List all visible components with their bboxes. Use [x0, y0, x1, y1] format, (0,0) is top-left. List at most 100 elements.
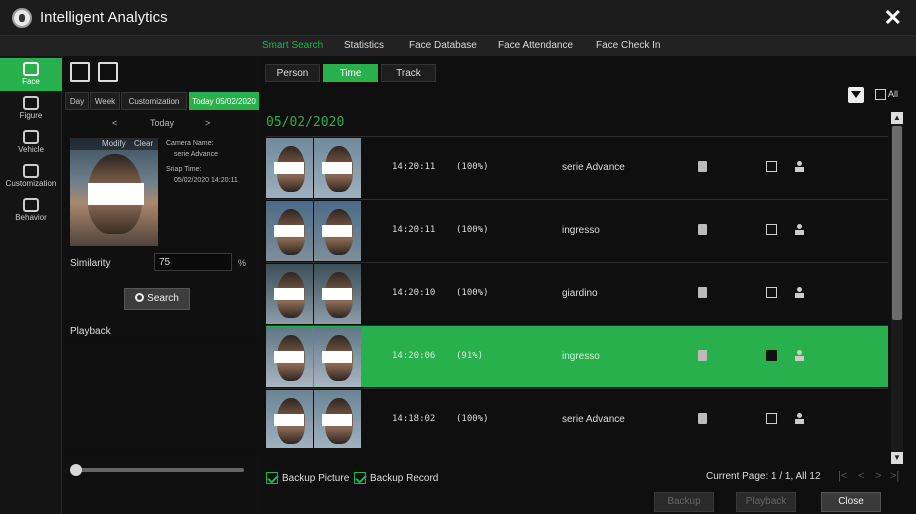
result-time: 14:20:11 [392, 225, 436, 235]
category-behavior[interactable]: Behavior [0, 198, 62, 222]
result-time: 14:20:10 [392, 288, 436, 298]
category-sidebar: Face Figure Vehicle Customization Behavi… [0, 56, 62, 514]
next-page-button[interactable]: > [875, 470, 881, 482]
tab-week[interactable]: Week [90, 92, 120, 110]
result-checkbox[interactable] [766, 413, 777, 424]
result-face-thumbnail[interactable] [314, 390, 361, 448]
result-row[interactable]: 14:18:02 (100%) serie Advance [266, 388, 888, 448]
backup-record-label: Backup Record [370, 473, 439, 484]
tab-face-check-in[interactable]: Face Check In [596, 40, 660, 51]
result-row[interactable]: 14:20:11 (100%) serie Advance [266, 136, 888, 198]
category-figure[interactable]: Figure [0, 96, 62, 120]
customization-icon [23, 164, 39, 178]
result-score: (100%) [456, 162, 489, 172]
similarity-unit: % [238, 258, 247, 268]
snapshot-thumbnail[interactable]: Modify Clear [70, 138, 158, 246]
tab-day[interactable]: Day [65, 92, 89, 110]
add-person-icon[interactable] [794, 224, 805, 235]
select-all-checkbox[interactable] [875, 89, 886, 100]
category-customization-label: Customization [5, 179, 57, 188]
result-time: 14:18:02 [392, 414, 436, 424]
result-face-thumbnail[interactable] [266, 264, 313, 324]
vehicle-icon [23, 130, 39, 144]
details-icon[interactable] [698, 350, 707, 361]
result-score: (100%) [456, 288, 489, 298]
search-button-label: Search [147, 293, 179, 304]
add-person-icon[interactable] [794, 413, 805, 424]
scroll-up-icon[interactable]: ▲ [891, 112, 903, 124]
tab-today[interactable]: Today 05/02/2020 [189, 92, 259, 110]
backup-picture-label: Backup Picture [282, 473, 350, 484]
result-row[interactable]: 14:20:11 (100%) ingresso [266, 199, 888, 261]
tab-time[interactable]: Time [323, 64, 378, 82]
list-mode-icon[interactable] [70, 62, 90, 82]
category-customization[interactable]: Customization [0, 164, 62, 188]
result-camera: ingresso [562, 225, 600, 236]
tab-customization[interactable]: Customization [121, 92, 187, 110]
backup-button[interactable]: Backup [654, 492, 714, 512]
details-icon[interactable] [698, 224, 707, 235]
last-page-button[interactable]: >| [890, 470, 899, 482]
playback-slider-track[interactable] [76, 468, 244, 472]
redaction-bar [274, 288, 304, 300]
top-nav: Smart Search Statistics Face Database Fa… [0, 36, 916, 56]
prev-page-button[interactable]: < [858, 470, 864, 482]
playback-slider-handle[interactable] [70, 464, 82, 476]
scroll-down-icon[interactable]: ▼ [891, 452, 903, 464]
details-icon[interactable] [698, 413, 707, 424]
result-face-thumbnail[interactable] [266, 201, 313, 261]
result-face-thumbnail[interactable] [266, 327, 313, 387]
details-icon[interactable] [698, 161, 707, 172]
close-button[interactable]: Close [821, 492, 881, 512]
result-checkbox[interactable] [766, 287, 777, 298]
details-icon[interactable] [698, 287, 707, 298]
add-person-icon[interactable] [794, 161, 805, 172]
tab-track[interactable]: Track [381, 64, 436, 82]
add-person-icon[interactable] [794, 287, 805, 298]
date-range-tabs: Day Week Customization Today 05/02/2020 [62, 92, 261, 110]
backup-picture-checkbox[interactable] [266, 472, 278, 484]
camera-name-value: serie Advance [174, 151, 218, 158]
scrollbar-thumb[interactable] [892, 126, 902, 320]
close-window-icon[interactable]: ✕ [884, 5, 902, 31]
redaction-bar [274, 351, 304, 363]
first-page-button[interactable]: |< [838, 470, 847, 482]
result-row[interactable]: 14:20:06 (91%) ingresso [266, 325, 888, 387]
similarity-input[interactable] [154, 253, 232, 271]
tab-face-attendance[interactable]: Face Attendance [498, 40, 573, 51]
result-face-thumbnail[interactable] [266, 138, 313, 198]
result-face-thumbnail[interactable] [314, 327, 361, 387]
redaction-bar [322, 225, 352, 237]
result-checkbox[interactable] [766, 224, 777, 235]
result-checkbox[interactable] [766, 350, 777, 361]
tab-smart-search[interactable]: Smart Search [262, 40, 323, 51]
face-image-mode-icon[interactable] [98, 62, 118, 82]
result-checkbox[interactable] [766, 161, 777, 172]
result-face-thumbnail[interactable] [314, 264, 361, 324]
search-button[interactable]: Search [124, 288, 190, 310]
tab-person[interactable]: Person [265, 64, 320, 82]
add-person-icon[interactable] [794, 350, 805, 361]
result-face-thumbnail[interactable] [266, 390, 313, 448]
prev-day-button[interactable]: < [112, 118, 117, 128]
figure-icon [23, 96, 39, 110]
playback-button[interactable]: Playback [736, 492, 796, 512]
category-face[interactable]: Face [0, 58, 62, 91]
clear-button[interactable]: Clear [134, 139, 153, 148]
next-day-button[interactable]: > [205, 118, 210, 128]
backup-record-checkbox[interactable] [354, 472, 366, 484]
tab-face-database[interactable]: Face Database [409, 40, 477, 51]
category-vehicle[interactable]: Vehicle [0, 130, 62, 154]
modify-button[interactable]: Modify [102, 139, 126, 148]
result-face-thumbnail[interactable] [314, 138, 361, 198]
tab-statistics[interactable]: Statistics [344, 40, 384, 51]
filter-icon[interactable] [848, 87, 864, 103]
result-score: (100%) [456, 225, 489, 235]
result-face-thumbnail[interactable] [314, 201, 361, 261]
playback-label: Playback [70, 326, 111, 337]
result-row[interactable]: 14:20:10 (100%) giardino [266, 262, 888, 324]
result-time: 14:20:11 [392, 162, 436, 172]
redaction-bar [322, 288, 352, 300]
redaction-bar [274, 162, 304, 174]
results-scrollbar[interactable]: ▲ ▼ [891, 112, 903, 464]
